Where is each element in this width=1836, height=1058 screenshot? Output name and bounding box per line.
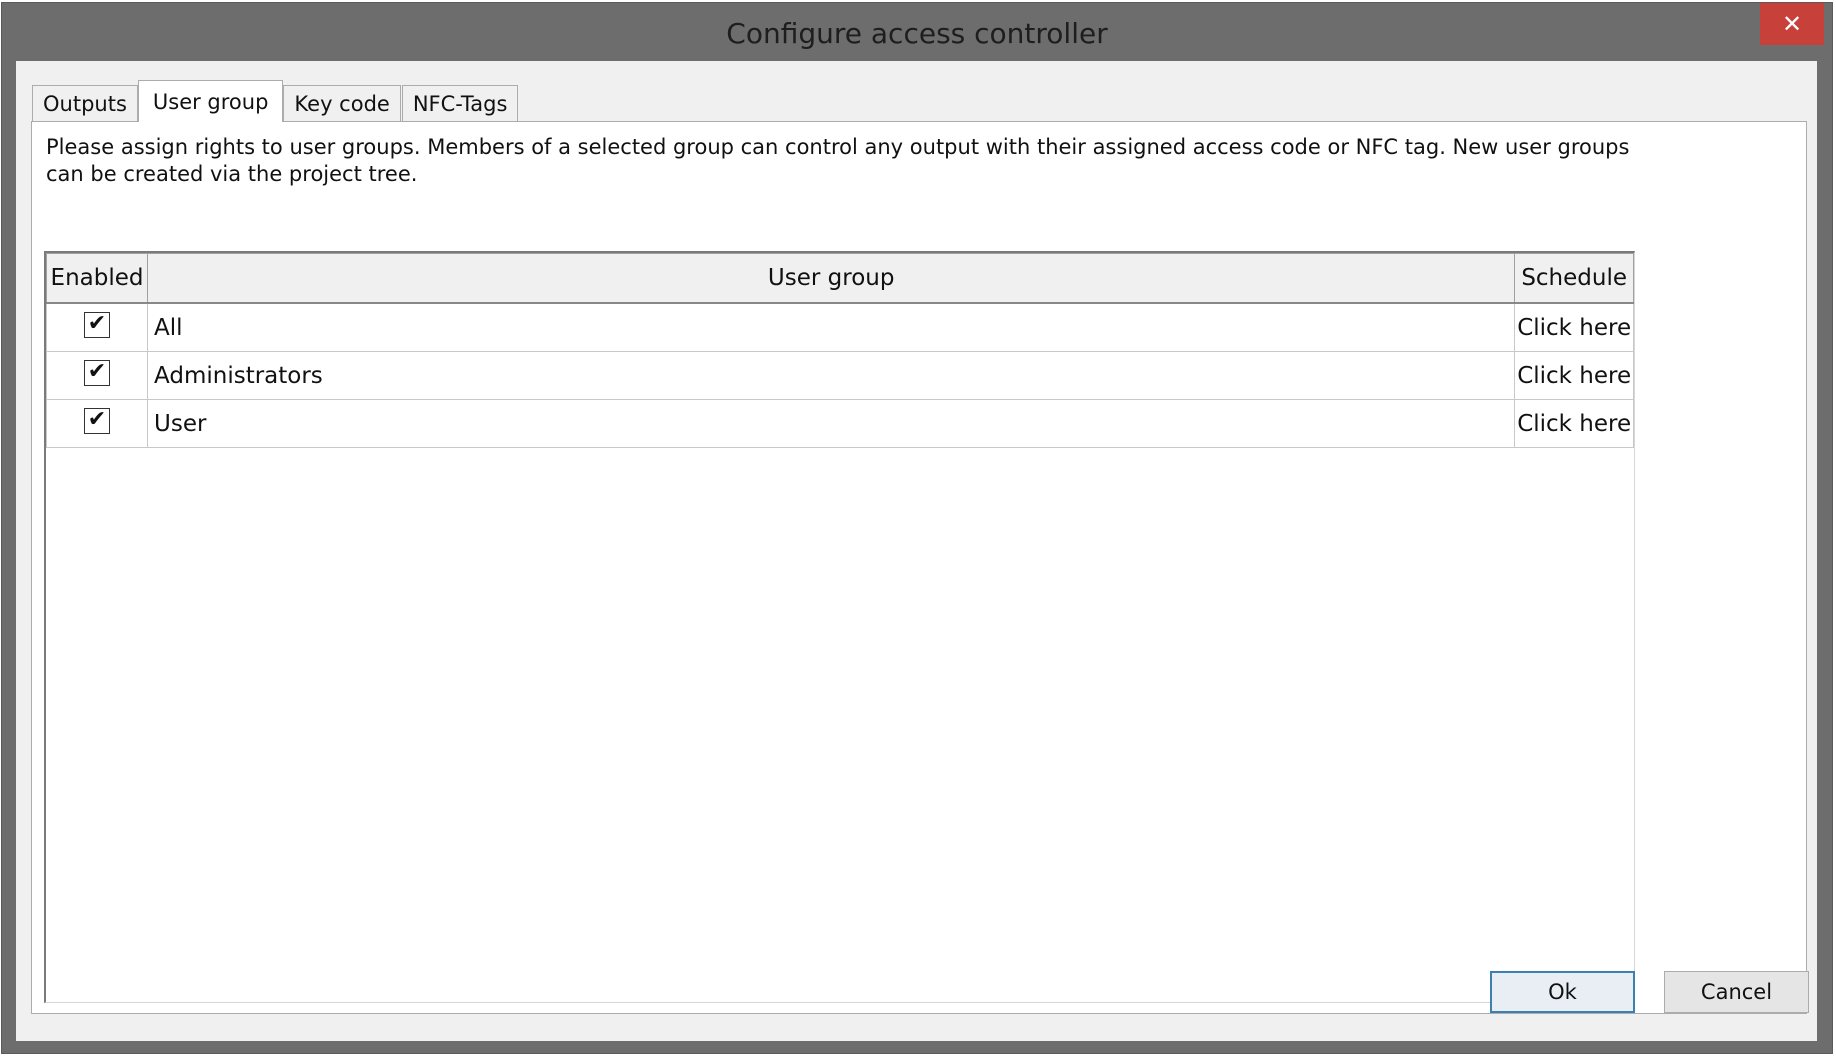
enabled-cell: ✔ <box>45 399 149 448</box>
close-icon: ✕ <box>1781 10 1803 38</box>
schedule-link[interactable]: Click here <box>1514 302 1634 352</box>
enabled-checkbox[interactable]: ✔ <box>84 359 110 386</box>
schedule-link[interactable]: Click here <box>1514 351 1634 400</box>
tab-nfc-tags[interactable]: NFC-Tags <box>401 85 519 121</box>
cancel-button[interactable]: Cancel <box>1664 971 1809 1013</box>
ok-button[interactable]: Ok <box>1490 971 1635 1013</box>
dialog-client-area: Outputs User group Key code NFC-Tags Ple… <box>16 61 1817 1041</box>
schedule-link[interactable]: Click here <box>1514 399 1634 448</box>
user-group-cell[interactable]: All <box>147 302 1516 352</box>
dialog-window: Configure access controller ✕ Outputs Us… <box>2 3 1832 1053</box>
column-header-enabled[interactable]: Enabled <box>45 253 149 304</box>
user-group-cell[interactable]: User <box>147 399 1516 448</box>
table-header-row: Enabled User group Schedule <box>45 253 1634 304</box>
enabled-cell: ✔ <box>45 302 149 352</box>
table-row[interactable]: ✔ All Click here <box>45 302 1634 352</box>
tab-strip: Outputs User group Key code NFC-Tags <box>32 80 519 122</box>
column-header-schedule[interactable]: Schedule <box>1514 253 1634 304</box>
tab-key-code[interactable]: Key code <box>283 85 401 121</box>
user-group-cell[interactable]: Administrators <box>147 351 1516 400</box>
window-title: Configure access controller <box>726 17 1108 50</box>
enabled-cell: ✔ <box>45 351 149 400</box>
tab-outputs[interactable]: Outputs <box>32 85 138 121</box>
table-row[interactable]: ✔ User Click here <box>45 399 1634 448</box>
user-group-grid[interactable]: Enabled User group Schedule ✔ All Click … <box>44 251 1635 1003</box>
tab-user-group[interactable]: User group <box>137 80 284 122</box>
table-row[interactable]: ✔ Administrators Click here <box>45 351 1634 400</box>
tab-panel-user-group: Please assign rights to user groups. Mem… <box>31 121 1807 1014</box>
enabled-checkbox[interactable]: ✔ <box>84 311 110 338</box>
title-bar[interactable]: Configure access controller ✕ <box>2 3 1832 61</box>
description-text: Please assign rights to user groups. Mem… <box>46 135 1630 186</box>
enabled-checkbox[interactable]: ✔ <box>84 407 110 434</box>
user-group-table: Enabled User group Schedule ✔ All Click … <box>45 253 1634 448</box>
column-header-user-group[interactable]: User group <box>147 253 1516 304</box>
close-button[interactable]: ✕ <box>1760 3 1824 45</box>
